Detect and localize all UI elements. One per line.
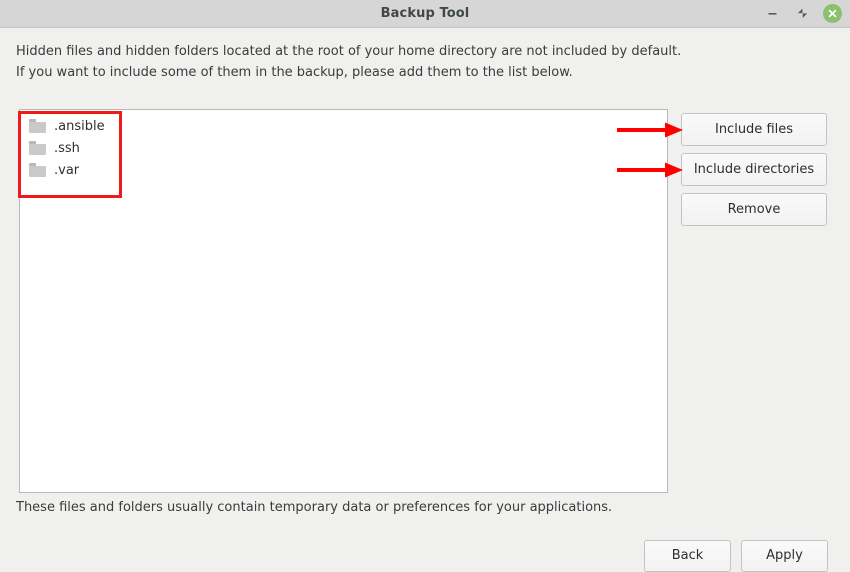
list-item-label: .ansible (54, 118, 105, 134)
back-button[interactable]: Back (644, 540, 731, 572)
include-files-button[interactable]: Include files (681, 113, 827, 146)
window-title: Backup Tool (380, 6, 470, 21)
included-items-list[interactable]: .ansible .ssh .var (19, 109, 668, 493)
close-icon (828, 9, 837, 18)
minimize-button[interactable] (763, 4, 782, 23)
folder-icon (29, 141, 46, 155)
intro-text: Hidden files and hidden folders located … (16, 41, 681, 83)
folder-icon (29, 163, 46, 177)
apply-button[interactable]: Apply (741, 540, 828, 572)
list-item[interactable]: .ssh (20, 137, 667, 159)
window-titlebar: Backup Tool (0, 0, 850, 28)
window-controls (763, 0, 842, 27)
folder-icon (29, 119, 46, 133)
maximize-button[interactable] (793, 4, 812, 23)
close-button[interactable] (823, 4, 842, 23)
maximize-icon (797, 8, 808, 18)
side-button-group: Include files Include directories Remove (681, 113, 827, 233)
footer-button-group: Back Apply (644, 540, 828, 572)
intro-line-2: If you want to include some of them in t… (16, 65, 573, 80)
remove-button[interactable]: Remove (681, 193, 827, 226)
list-item-label: .var (54, 162, 80, 178)
include-directories-button[interactable]: Include directories (681, 153, 827, 186)
intro-line-1: Hidden files and hidden folders located … (16, 44, 682, 59)
list-item[interactable]: .ansible (20, 115, 667, 137)
minimize-icon (768, 13, 777, 15)
list-item-label: .ssh (54, 140, 80, 156)
footer-note: These files and folders usually contain … (16, 500, 613, 515)
list-item[interactable]: .var (20, 159, 667, 181)
